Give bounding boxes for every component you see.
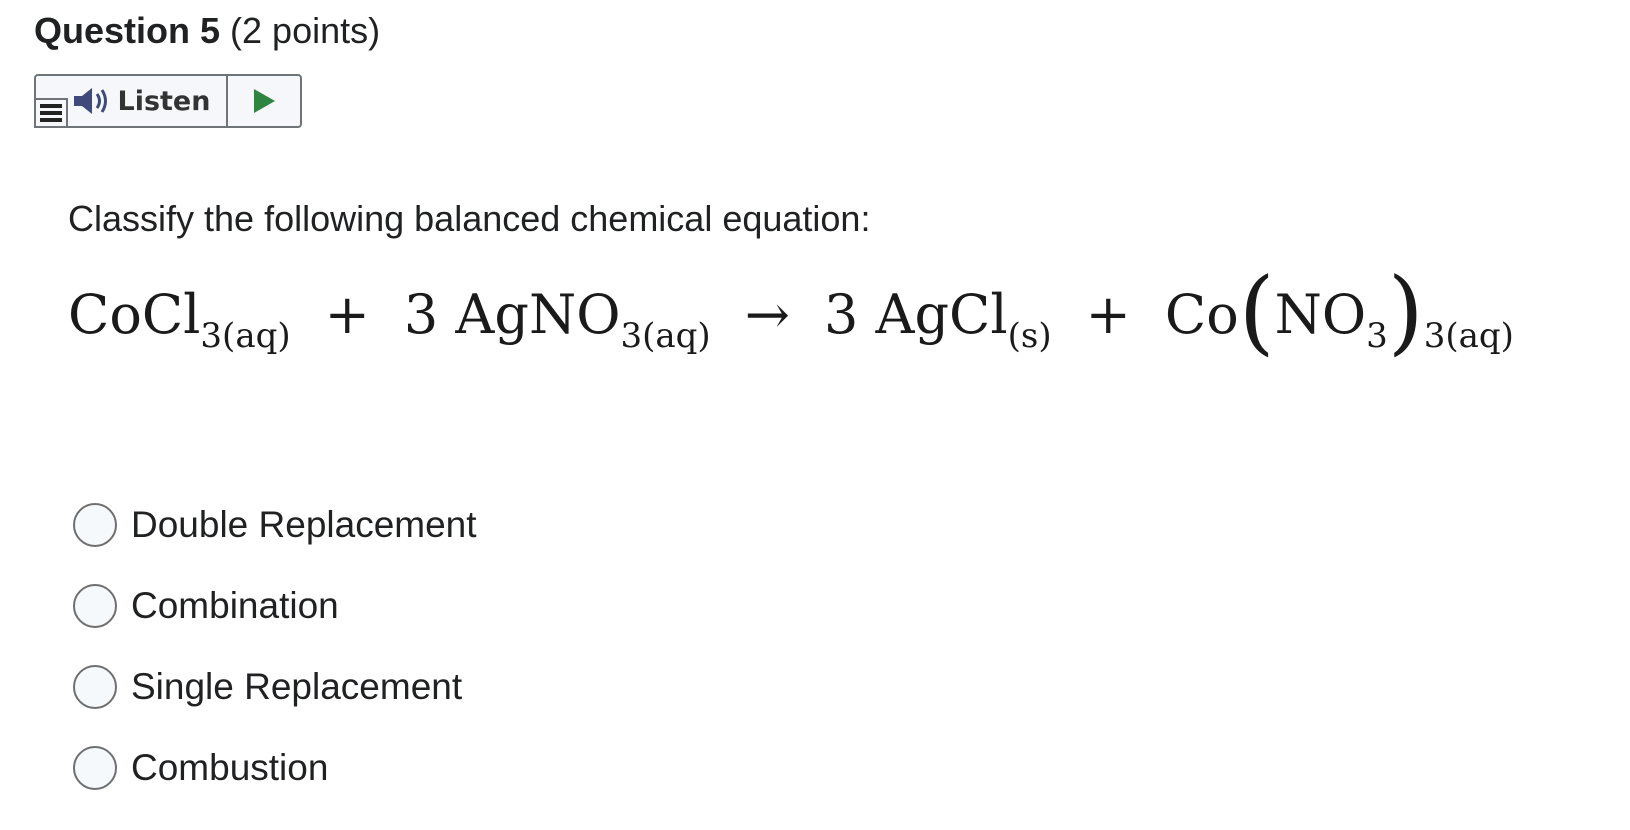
product-1: 3 AgCl(s)	[823, 283, 1052, 356]
product-2: Co(NO3)3(aq)	[1164, 258, 1514, 365]
play-icon	[254, 89, 275, 113]
option-label[interactable]: Single Replacement	[131, 666, 462, 708]
radio-button[interactable]	[73, 502, 117, 547]
reactant-1: CoCl3(aq)	[68, 283, 291, 356]
radio-button[interactable]	[73, 583, 117, 628]
answer-options: Double Replacement Combination Single Re…	[73, 484, 477, 808]
option-label[interactable]: Combustion	[131, 747, 328, 789]
radio-button[interactable]	[73, 745, 117, 790]
radio-button[interactable]	[73, 664, 117, 709]
listen-label: Listen	[117, 85, 211, 117]
speaker-icon	[73, 88, 107, 114]
option-double-replacement[interactable]: Double Replacement	[73, 484, 477, 565]
option-combination[interactable]: Combination	[73, 565, 477, 646]
menu-icon[interactable]	[34, 98, 68, 128]
question-prompt: Classify the following balanced chemical…	[68, 198, 871, 239]
option-combustion[interactable]: Combustion	[73, 727, 477, 808]
reaction-arrow: →	[744, 283, 790, 346]
listen-toolbar: Listen	[34, 74, 302, 128]
question-title: Question 5 (2 points)	[34, 10, 380, 52]
option-label[interactable]: Combination	[131, 585, 339, 627]
option-label[interactable]: Double Replacement	[131, 504, 477, 546]
option-single-replacement[interactable]: Single Replacement	[73, 646, 477, 727]
question-points: (2 points)	[230, 10, 381, 51]
reactant-2: 3 AgNO3(aq)	[403, 283, 711, 356]
chemical-equation: CoCl3(aq) + 3 AgNO3(aq) → 3 AgCl(s) + Co…	[68, 258, 1514, 365]
question-number: Question 5	[34, 10, 221, 51]
plus-sign: +	[324, 283, 370, 346]
plus-sign: +	[1085, 283, 1131, 346]
play-button[interactable]	[228, 76, 300, 126]
